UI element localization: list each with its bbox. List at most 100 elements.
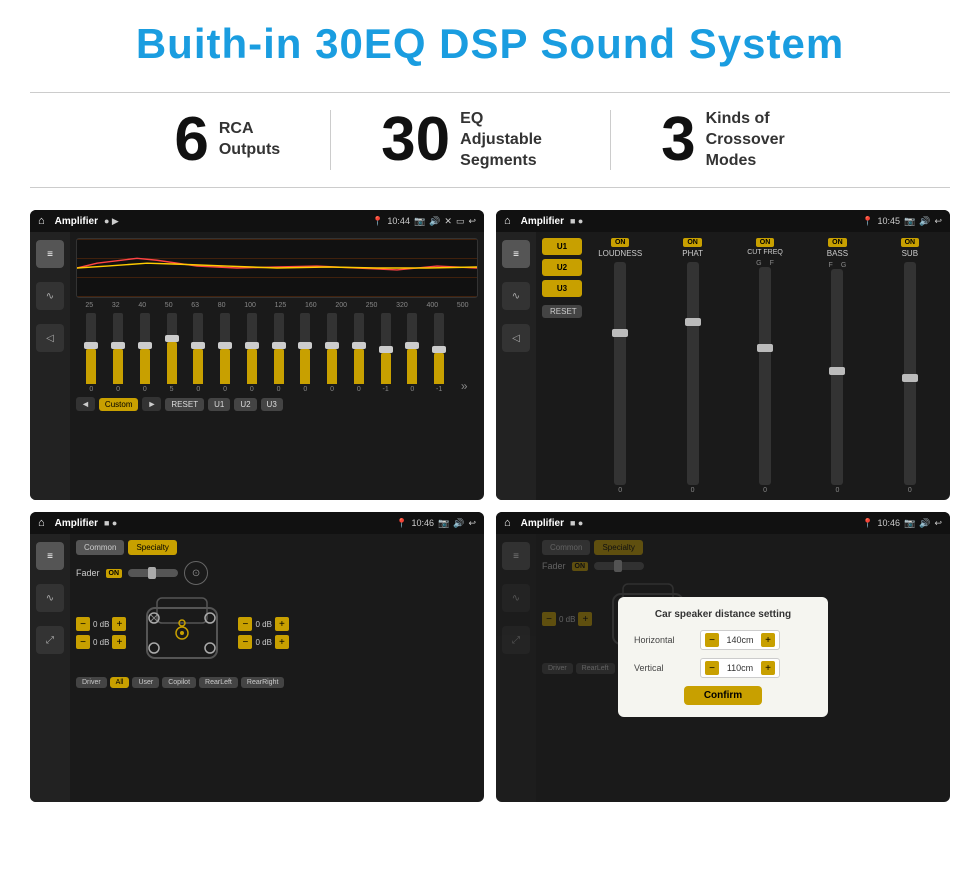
wave-icon-2[interactable]: ∿ — [502, 282, 530, 310]
speaker-icon[interactable]: ◁ — [36, 324, 64, 352]
slider-track[interactable] — [167, 313, 177, 384]
phat-slider[interactable] — [687, 262, 699, 485]
slider-track[interactable] — [327, 313, 337, 384]
forward-arrows: » — [461, 379, 468, 393]
fader-horizontal-slider[interactable] — [128, 569, 178, 577]
db-plus-fr[interactable]: + — [275, 617, 289, 631]
screen-fader: ⌂ Amplifier ■ ● 📍 10:46 📷 🔊 ↩ ≡ ∿ ⤢ — [30, 512, 484, 802]
slider-track[interactable] — [434, 313, 444, 384]
db-plus-rl[interactable]: + — [112, 635, 126, 649]
loudness-header: ON LOUDNESS — [598, 238, 642, 258]
db-minus-fr[interactable]: − — [238, 617, 252, 631]
vertical-minus[interactable]: − — [705, 661, 719, 675]
status-bar-2: ⌂ Amplifier ■ ● 📍 10:45 📷 🔊 ↩ — [496, 210, 950, 232]
slider-track[interactable] — [274, 313, 284, 384]
home-icon-3: ⌂ — [38, 517, 45, 529]
slider-track[interactable] — [140, 313, 150, 384]
eq-u1-button[interactable]: U1 — [208, 398, 230, 411]
eq-u2-button[interactable]: U2 — [234, 398, 256, 411]
db-plus-rr[interactable]: + — [275, 635, 289, 649]
btn-driver[interactable]: Driver — [76, 677, 107, 688]
slider-col: -1 — [434, 313, 444, 393]
slider-col: 0 — [274, 313, 284, 393]
stats-row: 6 RCA Outputs 30 EQ Adjustable Segments … — [30, 92, 950, 188]
fader-knob[interactable]: ⊙ — [184, 561, 208, 585]
eq-u3-button[interactable]: U3 — [261, 398, 283, 411]
db-minus-rr[interactable]: − — [238, 635, 252, 649]
volume-icon-4: 🔊 — [919, 518, 930, 529]
db-value-rl: 0 dB — [93, 638, 109, 647]
slider-track[interactable] — [407, 313, 417, 384]
freq-labels: 25 32 40 50 63 80 100 125 160 200 250 32… — [76, 302, 478, 309]
fader-control: Fader ON ⊙ — [76, 561, 478, 585]
status-icons-3: 📍 10:46 📷 🔊 ↩ — [396, 518, 476, 529]
location-icon-3: 📍 — [396, 518, 407, 529]
horizontal-value: 140cm — [722, 635, 758, 645]
btn-copilot[interactable]: Copilot — [162, 677, 196, 688]
stat-crossover-number: 3 — [661, 109, 695, 171]
slider-track[interactable] — [247, 313, 257, 384]
db-plus-fl[interactable]: + — [112, 617, 126, 631]
status-icons-1: 📍 10:44 📷 🔊 ✕ ▭ ↩ — [372, 216, 476, 227]
dialog-row-horizontal: Horizontal − 140cm + — [634, 630, 812, 650]
speaker-icon-2[interactable]: ◁ — [502, 324, 530, 352]
horizontal-plus[interactable]: + — [761, 633, 775, 647]
btn-rearright[interactable]: RearRight — [241, 677, 285, 688]
slider-col: 0 — [220, 313, 230, 393]
slider-track[interactable] — [113, 313, 123, 384]
eq-next-button[interactable]: ► — [142, 397, 161, 411]
slider-track[interactable] — [220, 313, 230, 384]
eq-icon[interactable]: ≡ — [36, 240, 64, 268]
stat-rca-label: RCA Outputs — [219, 119, 280, 161]
left-channels: − 0 dB + − 0 dB + — [76, 617, 126, 649]
eq-icon-2[interactable]: ≡ — [502, 240, 530, 268]
eq-prev-button[interactable]: ◄ — [76, 397, 95, 411]
eq-custom-button[interactable]: Custom — [99, 398, 139, 411]
vertical-spinner: − 110cm + — [700, 658, 780, 678]
distance-dialog: Car speaker distance setting Horizontal … — [618, 597, 828, 717]
screen2-content: ≡ ∿ ◁ U1 U2 U3 RESET — [496, 232, 950, 500]
expand-icon-3[interactable]: ⤢ — [36, 626, 64, 654]
btn-all[interactable]: All — [110, 677, 130, 688]
vertical-plus[interactable]: + — [761, 661, 775, 675]
slider-track[interactable] — [193, 313, 203, 384]
db-minus-fl[interactable]: − — [76, 617, 90, 631]
eq-reset-button[interactable]: RESET — [165, 398, 204, 411]
channel-loudness: ON LOUDNESS 0 — [586, 238, 654, 494]
bass-slider[interactable] — [831, 269, 843, 485]
sub-slider[interactable] — [904, 262, 916, 485]
horizontal-minus[interactable]: − — [705, 633, 719, 647]
crossover-reset[interactable]: RESET — [542, 305, 582, 318]
tab-common[interactable]: Common — [76, 540, 124, 555]
db-minus-rl[interactable]: − — [76, 635, 90, 649]
wave-icon[interactable]: ∿ — [36, 282, 64, 310]
speaker-grid: − 0 dB + − 0 dB + — [76, 593, 478, 673]
slider-track[interactable] — [354, 313, 364, 384]
fader-main-area: Common Specialty Fader ON ⊙ — [70, 534, 484, 802]
wave-icon-3[interactable]: ∿ — [36, 584, 64, 612]
tab-specialty[interactable]: Specialty — [128, 540, 176, 555]
confirm-button[interactable]: Confirm — [684, 686, 762, 705]
eq-icon-3[interactable]: ≡ — [36, 542, 64, 570]
btn-rearleft[interactable]: RearLeft — [199, 677, 238, 688]
slider-track[interactable] — [381, 313, 391, 384]
loudness-slider[interactable] — [614, 262, 626, 485]
vertical-value: 110cm — [722, 663, 758, 673]
preset-u3[interactable]: U3 — [542, 280, 582, 297]
home-icon-2: ⌂ — [504, 215, 511, 227]
app-title-2: Amplifier — [521, 216, 564, 227]
left-sidebar-2: ≡ ∿ ◁ — [496, 232, 536, 500]
slider-track[interactable] — [86, 313, 96, 384]
btn-user[interactable]: User — [132, 677, 159, 688]
slider-col: 0 — [300, 313, 310, 393]
right-channels: − 0 dB + − 0 dB + — [238, 617, 288, 649]
status-bar-4: ⌂ Amplifier ■ ● 📍 10:46 📷 🔊 ↩ — [496, 512, 950, 534]
cutfreq-slider[interactable] — [759, 267, 771, 485]
channel-phat: ON PHAT 0 — [658, 238, 726, 494]
screen1-content: ≡ ∿ ◁ — [30, 232, 484, 500]
preset-u1[interactable]: U1 — [542, 238, 582, 255]
slider-track[interactable] — [300, 313, 310, 384]
preset-u2[interactable]: U2 — [542, 259, 582, 276]
fader-thumb — [148, 567, 156, 579]
screen-eq-sliders: ⌂ Amplifier ● ▶ 📍 10:44 📷 🔊 ✕ ▭ ↩ ≡ ∿ — [30, 210, 484, 500]
